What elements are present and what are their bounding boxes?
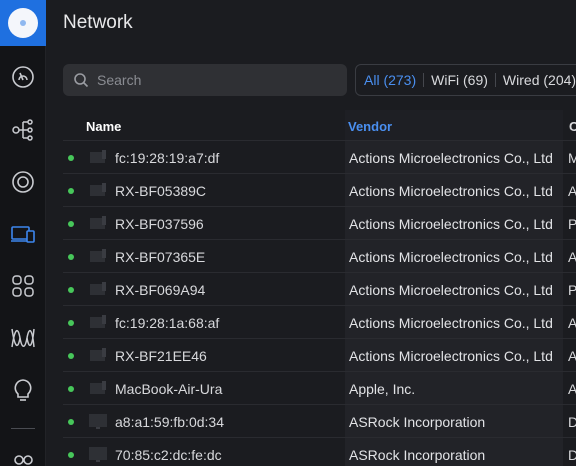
online-status-dot xyxy=(68,221,74,227)
client-vendor: Actions Microelectronics Co., Ltd xyxy=(349,183,553,199)
client-vendor: Actions Microelectronics Co., Ltd xyxy=(349,150,553,166)
online-status-dot xyxy=(68,320,74,326)
client-connection: A xyxy=(568,381,576,397)
column-header-connection[interactable]: C xyxy=(569,119,576,134)
search-icon xyxy=(74,73,89,88)
client-vendor: Actions Microelectronics Co., Ltd xyxy=(349,216,553,232)
table-row[interactable]: fc:19:28:1a:68:af Actions Microelectroni… xyxy=(63,305,576,338)
table-row[interactable]: RX-BF069A94 Actions Microelectronics Co.… xyxy=(63,272,576,305)
table-header: Name Vendor C xyxy=(63,110,576,140)
client-name: MacBook-Air-Ura xyxy=(115,381,223,397)
table-row[interactable]: RX-BF21EE46 Actions Microelectronics Co.… xyxy=(63,338,576,371)
sidebar-item-insights[interactable] xyxy=(0,318,46,358)
column-header-name[interactable]: Name xyxy=(86,119,121,134)
tv-icon xyxy=(89,315,107,330)
sidebar-item-clients[interactable] xyxy=(0,214,46,254)
client-connection: M xyxy=(568,150,576,166)
tv-icon xyxy=(89,150,107,165)
logo-icon xyxy=(8,8,38,38)
online-status-dot xyxy=(68,254,74,260)
client-connection: A xyxy=(568,249,576,265)
client-vendor: Actions Microelectronics Co., Ltd xyxy=(349,315,553,331)
client-name: 70:85:c2:dc:fe:dc xyxy=(115,447,222,463)
client-name: fc:19:28:19:a7:df xyxy=(115,150,220,166)
client-vendor: Actions Microelectronics Co., Ltd xyxy=(349,249,553,265)
client-connection: D xyxy=(568,447,576,463)
devices-icon xyxy=(12,171,34,193)
online-status-dot xyxy=(68,386,74,392)
client-connection: A xyxy=(568,348,576,364)
table-row[interactable]: RX-BF037596 Actions Microelectronics Co.… xyxy=(63,206,576,239)
online-status-dot xyxy=(68,353,74,359)
client-name: RX-BF07365E xyxy=(115,249,206,265)
page-title: Network xyxy=(63,12,133,33)
page-header: Network xyxy=(46,0,576,46)
table-row[interactable]: fc:19:28:19:a7:df Actions Microelectroni… xyxy=(63,140,576,173)
clients-icon xyxy=(11,226,35,243)
monitor-icon xyxy=(89,447,107,462)
sidebar-item-settings[interactable] xyxy=(0,440,46,466)
table-row[interactable]: RX-BF05389C Actions Microelectronics Co.… xyxy=(63,173,576,206)
apps-icon xyxy=(12,275,34,297)
column-header-vendor[interactable]: Vendor xyxy=(348,119,392,134)
client-connection: A xyxy=(568,183,576,199)
app-window: Network All (273) WiFi (69) Wired (204) … xyxy=(0,0,576,466)
client-vendor: ASRock Incorporation xyxy=(349,447,486,463)
table-row[interactable]: a8:a1:59:fb:0d:34 ASRock Incorporation D xyxy=(63,404,576,437)
tv-icon xyxy=(89,249,107,264)
filter-wifi[interactable]: WiFi (69) xyxy=(431,72,495,88)
topology-icon xyxy=(12,119,33,141)
dashboard-icon xyxy=(12,66,34,88)
client-connection: P xyxy=(568,216,576,232)
client-name: RX-BF05389C xyxy=(115,183,207,199)
client-name: RX-BF069A94 xyxy=(115,282,206,298)
table-row[interactable]: MacBook-Air-Ura Apple, Inc. A xyxy=(63,371,576,404)
tv-icon xyxy=(89,348,107,363)
online-status-dot xyxy=(68,155,74,161)
monitor-icon xyxy=(89,414,107,429)
client-name: fc:19:28:1a:68:af xyxy=(115,315,220,331)
filter-divider xyxy=(494,73,496,87)
client-vendor: Actions Microelectronics Co., Ltd xyxy=(349,348,553,364)
client-name: a8:a1:59:fb:0d:34 xyxy=(115,414,224,430)
tv-icon xyxy=(89,183,107,198)
search-input[interactable] xyxy=(97,72,337,88)
table-body: fc:19:28:19:a7:df Actions Microelectroni… xyxy=(63,140,576,466)
client-name: RX-BF21EE46 xyxy=(115,348,207,364)
sidebar-item-dashboard[interactable] xyxy=(0,57,46,97)
table-row[interactable]: 70:85:c2:dc:fe:dc ASRock Incorporation D xyxy=(63,437,576,466)
online-status-dot xyxy=(68,452,74,458)
sidebar-divider xyxy=(11,428,35,429)
sidebar-item-apps[interactable] xyxy=(0,266,46,306)
sidebar-item-topology[interactable] xyxy=(0,110,46,150)
connection-filter: All (273) WiFi (69) Wired (204) xyxy=(355,64,576,96)
insights-icon xyxy=(11,328,35,348)
client-connection: D xyxy=(568,414,576,430)
client-vendor: Apple, Inc. xyxy=(349,381,416,397)
table-row[interactable]: RX-BF07365E Actions Microelectronics Co.… xyxy=(63,239,576,272)
client-vendor: ASRock Incorporation xyxy=(349,414,486,430)
settings-icon xyxy=(14,455,33,465)
client-name: RX-BF037596 xyxy=(115,216,204,232)
search-box[interactable] xyxy=(63,64,347,96)
filter-all[interactable]: All (273) xyxy=(364,72,423,88)
filter-wired[interactable]: Wired (204) xyxy=(503,72,576,88)
filter-divider xyxy=(423,73,425,87)
client-vendor: Actions Microelectronics Co., Ltd xyxy=(349,282,553,298)
tv-icon xyxy=(89,282,107,297)
online-status-dot xyxy=(68,188,74,194)
alerts-icon xyxy=(14,379,32,401)
sidebar-item-devices[interactable] xyxy=(0,162,46,202)
sidebar xyxy=(0,0,46,466)
sidebar-item-alerts[interactable] xyxy=(0,370,46,410)
online-status-dot xyxy=(68,419,74,425)
client-connection: A xyxy=(568,315,576,331)
tv-icon xyxy=(89,216,107,231)
tv-icon xyxy=(89,381,107,396)
online-status-dot xyxy=(68,287,74,293)
clients-table: Name Vendor C fc:19:28:19:a7:df Actions … xyxy=(63,110,576,466)
client-connection: P xyxy=(568,282,576,298)
app-logo[interactable] xyxy=(0,0,46,46)
